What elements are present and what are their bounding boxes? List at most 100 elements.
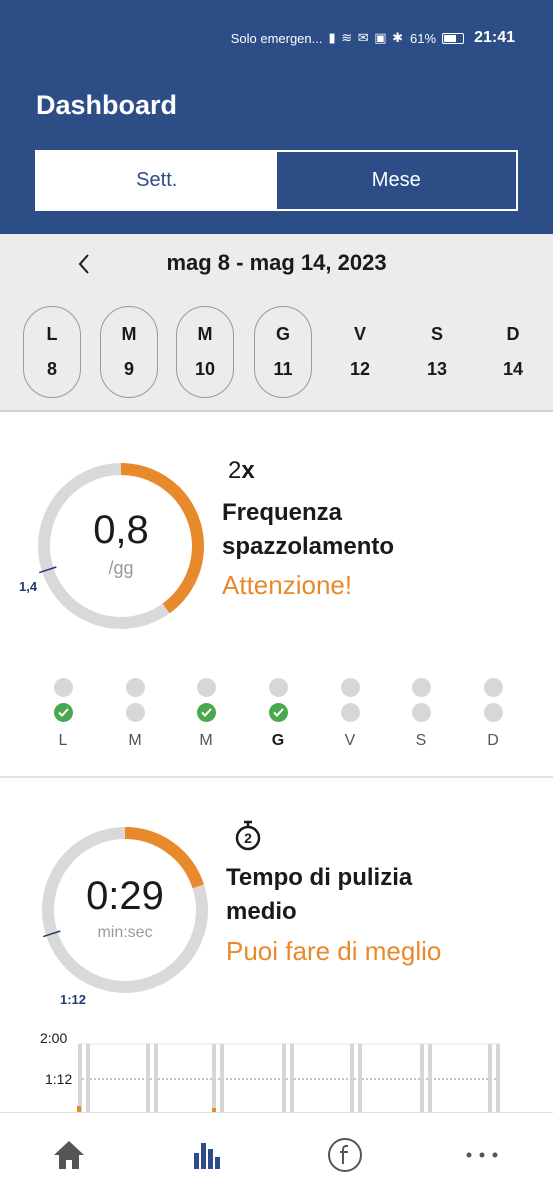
- check-icon: [272, 708, 284, 717]
- day-strip: L 8 M 9 M 10 G 11 V 12 S 13 D 14: [0, 306, 553, 400]
- session-empty-dot: [340, 703, 360, 722]
- day-number: 8: [46, 359, 57, 379]
- session-empty-dot: [196, 678, 216, 697]
- duration-value: 0:29: [41, 874, 209, 919]
- day-number: 13: [426, 359, 448, 379]
- duration-unit: min:sec: [97, 924, 153, 941]
- duration-chart: 2:00 1:12: [0, 1022, 553, 1112]
- day-number: 14: [502, 359, 524, 379]
- session-day-label: L: [58, 732, 68, 749]
- frequency-target-label: 1,4: [19, 579, 38, 594]
- day-pill[interactable]: G 11: [254, 306, 312, 398]
- session-day-label: D: [487, 732, 499, 749]
- day-letter: G: [275, 324, 290, 344]
- session-column: G: [263, 678, 293, 750]
- session-day-label: G: [271, 732, 285, 749]
- duration-ring[interactable]: 0:29 min:sec: [41, 826, 209, 994]
- session-done-dot: [268, 703, 288, 722]
- bottom-navigation: [0, 1112, 553, 1200]
- session-column: M: [191, 678, 221, 750]
- day-pill[interactable]: M 9: [100, 306, 158, 398]
- tab-week[interactable]: Sett.: [37, 152, 277, 209]
- stopwatch-icon: 2: [233, 820, 263, 852]
- philips-icon: [328, 1138, 362, 1172]
- check-icon: [200, 708, 212, 717]
- session-column: M: [120, 678, 150, 750]
- session-day-label: S: [415, 732, 427, 749]
- day-letter: M: [121, 324, 137, 344]
- session-column: D: [478, 678, 508, 750]
- week-navigation: mag 8 - mag 14, 2023: [0, 244, 553, 284]
- day-pill[interactable]: V 12: [331, 306, 389, 398]
- period-toggle: Sett. Mese: [35, 150, 518, 211]
- frequency-unit-wrap: /gg: [37, 558, 205, 579]
- stopwatch-icon-svg: 2: [235, 820, 261, 851]
- day-letter: D: [506, 324, 520, 344]
- frequency-goal-number: 2: [228, 457, 242, 484]
- day-pill[interactable]: M 10: [176, 306, 234, 398]
- stats-icon: [194, 1143, 220, 1169]
- header: Solo emergen... ▮ ≋ ✉ ▣ ✱ 61% 21:41 Dash…: [0, 0, 553, 234]
- session-column: S: [406, 678, 436, 750]
- session-empty-dot: [483, 703, 503, 722]
- session-empty-dot: [268, 678, 288, 697]
- tab-month[interactable]: Mese: [276, 152, 516, 209]
- day-number: 9: [123, 359, 134, 379]
- day-letter: L: [46, 324, 58, 344]
- session-column: L: [48, 678, 78, 750]
- frequency-title-line2: spazzolamento: [222, 533, 395, 560]
- check-icon: [57, 708, 69, 717]
- session-day-label: M: [199, 732, 213, 749]
- session-empty-dot: [125, 678, 145, 697]
- duration-number: 0:29: [86, 874, 164, 918]
- frequency-title-line1: Frequenza: [222, 499, 343, 526]
- frequency-number: 0,8: [93, 508, 149, 552]
- stopwatch-number: 2: [244, 830, 252, 846]
- duration-title-line1: Tempo di pulizia: [226, 864, 413, 891]
- session-done-dot: [53, 703, 73, 722]
- day-pill[interactable]: L 8: [23, 306, 81, 398]
- frequency-goal: 2x: [228, 457, 255, 485]
- frequency-title: Frequenza spazzolamento: [222, 496, 394, 564]
- session-empty-dot: [340, 678, 360, 697]
- carrier-text: Solo emergen...: [230, 30, 323, 46]
- day-letter: S: [430, 324, 443, 344]
- nav-philips[interactable]: [325, 1135, 365, 1175]
- status-bar: Solo emergen... ▮ ≋ ✉ ▣ ✱ 61% 21:41: [170, 26, 515, 50]
- nav-home[interactable]: [49, 1135, 89, 1175]
- home-icon: [54, 1141, 84, 1169]
- day-number: 10: [194, 359, 216, 379]
- duration-chart-svg: [77, 1043, 500, 1112]
- page-title: Dashboard: [36, 90, 178, 120]
- status-icons: ▮ ≋ ✉ ▣ ✱: [328, 30, 405, 45]
- session-empty-dot: [125, 703, 145, 722]
- frequency-status: Attenzione!: [222, 570, 353, 600]
- battery-icon: [442, 32, 465, 44]
- duration-title: Tempo di pulizia medio: [226, 861, 412, 929]
- session-empty-dot: [411, 678, 431, 697]
- frequency-ring[interactable]: 0,8 /gg: [37, 462, 205, 630]
- day-pill[interactable]: D 14: [484, 306, 542, 398]
- week-range-label: mag 8 - mag 14, 2023: [166, 250, 387, 275]
- battery-percent: 61%: [410, 30, 437, 46]
- day-number: 11: [273, 359, 293, 379]
- clock: 21:41: [474, 29, 515, 46]
- day-letter: M: [197, 324, 213, 344]
- session-empty-dot: [411, 703, 431, 722]
- session-empty-dot: [483, 678, 503, 697]
- duration-unit-wrap: min:sec: [41, 924, 209, 942]
- duration-title-line2: medio: [226, 898, 297, 925]
- section-divider: [0, 776, 553, 778]
- day-letter: V: [353, 324, 366, 344]
- day-pill[interactable]: S 13: [408, 306, 466, 398]
- frequency-unit: /gg: [108, 558, 134, 578]
- nav-more[interactable]: [462, 1135, 502, 1175]
- duration-status: Puoi fare di meglio: [226, 936, 442, 966]
- session-empty-dot: [53, 678, 73, 697]
- session-done-dot: [196, 703, 216, 722]
- session-day-label: M: [128, 732, 142, 749]
- frequency-value: 0,8: [37, 508, 205, 553]
- session-day-label: V: [344, 732, 356, 749]
- frequency-goal-suffix: x: [241, 457, 255, 484]
- nav-stats[interactable]: [187, 1135, 227, 1175]
